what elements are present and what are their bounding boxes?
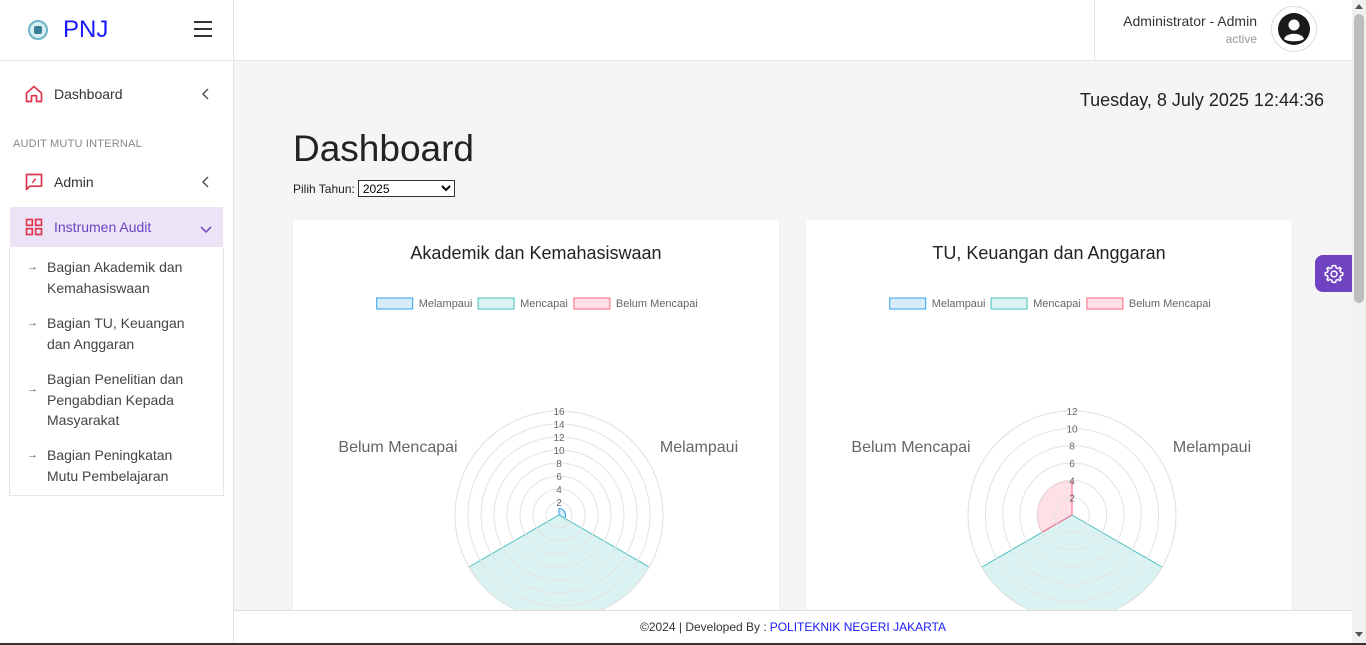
arrow-right-icon: → <box>27 449 38 461</box>
submenu-item-peningkatan-mutu[interactable]: → Bagian Peningkatan Mutu Pembelajaran <box>27 445 207 486</box>
gear-icon <box>1324 264 1343 283</box>
tick-label: 4 <box>1069 476 1075 487</box>
page-title: Dashboard <box>293 128 475 169</box>
year-filter: Pilih Tahun: 2025 <box>293 180 455 197</box>
point-label-melampaui: Melampaui <box>660 439 738 456</box>
page-scrollbar[interactable] <box>1352 0 1366 643</box>
tick-label: 10 <box>553 446 565 457</box>
submenu-item-penelitian[interactable]: → Bagian Penelitian dan Pengabdian Kepad… <box>27 369 207 431</box>
avatar[interactable] <box>1271 6 1317 52</box>
legend-label: Mencapai <box>520 298 568 310</box>
tick-label: 2 <box>556 498 562 509</box>
legend-label: Belum Mencapai <box>1129 298 1211 310</box>
legend-swatch-belum-mencapai <box>573 297 611 310</box>
scroll-up-arrow-icon[interactable] <box>1355 4 1363 9</box>
sidebar: PNJ Dashboard AUDIT MUTU INTERNAL Admin … <box>0 0 234 645</box>
sidebar-item-label: Admin <box>54 174 94 190</box>
tick-label: 4 <box>556 485 562 496</box>
grid-icon <box>25 218 43 236</box>
legend-label: Mencapai <box>1033 298 1081 310</box>
submenu-item-text: dan Anggaran <box>47 335 135 352</box>
sidebar-item-dashboard[interactable]: Dashboard <box>10 74 223 114</box>
chart-title: TU, Keuangan dan Anggaran <box>932 243 1165 263</box>
submenu-item-akademik[interactable]: → Bagian Akademik dan Kemahasiswaan <box>27 257 207 298</box>
arrow-right-icon: → <box>27 317 38 329</box>
chevron-left-icon <box>201 88 209 100</box>
sidebar-item-admin[interactable]: Admin <box>10 162 223 202</box>
scroll-down-arrow-icon[interactable] <box>1355 632 1363 637</box>
user-avatar-icon <box>1278 13 1310 45</box>
arrow-right-icon: → <box>27 261 38 273</box>
sidebar-item-label: Instrumen Audit <box>54 219 152 235</box>
tick-label: 2 <box>1069 494 1075 505</box>
polar-chart-tu-keuangan: TU, Keuangan dan Anggaran Melampaui Mencap… <box>851 243 1251 620</box>
submenu-item-text: Mutu Pembelajaran <box>47 467 169 484</box>
legend-swatch-melampaui <box>889 297 927 310</box>
sidebar-item-label: Dashboard <box>54 86 123 102</box>
tick-label: 6 <box>1069 459 1075 470</box>
tick-label: 8 <box>1069 442 1075 453</box>
tick-label: 12 <box>553 433 565 444</box>
current-datetime: Tuesday, 8 July 2025 12:44:36 <box>1079 90 1324 110</box>
polar-area-group: 2 4 6 8 10 12 14 16 <box>454 407 664 620</box>
section-label: AUDIT MUTU INTERNAL <box>13 138 142 150</box>
settings-gear-button[interactable] <box>1315 255 1352 292</box>
footer: ©2024 | Developed By : POLITEKNIK NEGERI… <box>234 610 1352 643</box>
submenu-item-tu-keuangan[interactable]: → Bagian TU, Keuangan dan Anggaran <box>27 313 207 354</box>
legend-label: Belum Mencapai <box>616 298 698 310</box>
submenu-item-text: Bagian Peningkatan <box>47 447 173 463</box>
top-navbar: Administrator - Admin active <box>234 0 1352 61</box>
tick-label: 14 <box>553 420 565 431</box>
scrollbar-thumb[interactable] <box>1354 14 1364 303</box>
point-label-belum-mencapai: Belum Mencapai <box>851 439 970 456</box>
tick-label: 8 <box>556 459 562 470</box>
chart-card-tu-keuangan: TU, Keuangan dan Anggaran Melampaui Mencap… <box>806 220 1292 620</box>
footer-text: ©2024 | Developed By : <box>640 620 767 634</box>
tick-label: 6 <box>556 472 562 483</box>
year-label: Pilih Tahun: <box>293 181 355 196</box>
chevron-left-icon <box>201 176 209 188</box>
submenu-item-text: Masyarakat <box>47 412 120 428</box>
submenu-item-text: Kemahasiswaan <box>47 279 150 296</box>
brand-name: PNJ <box>63 16 109 43</box>
legend-swatch-melampaui <box>376 297 414 310</box>
message-icon <box>25 173 43 191</box>
submenu-item-text: Bagian Akademik dan <box>47 259 183 275</box>
submenu-item-text: Bagian Penelitian dan <box>47 371 184 387</box>
chevron-down-icon <box>200 226 212 234</box>
tick-label: 10 <box>1066 424 1078 435</box>
submenu-instrumen-audit: → Bagian Akademik dan Kemahasiswaan → Ba… <box>9 248 224 496</box>
legend-label: Melampaui <box>932 298 986 310</box>
user-status: active <box>1225 32 1257 46</box>
brand: PNJ <box>0 0 233 61</box>
arrow-right-icon: → <box>27 383 38 395</box>
year-select[interactable]: 2025 <box>357 180 455 197</box>
tick-label: 16 <box>553 407 565 418</box>
sidebar-item-instrumen-audit[interactable]: Instrumen Audit <box>10 207 223 247</box>
hamburger-menu-icon[interactable] <box>194 21 212 37</box>
polar-chart-akademik: Akademik dan Kemahasiswaan Melampaui Menca… <box>338 243 738 620</box>
user-name: Administrator - Admin <box>1123 13 1257 29</box>
submenu-item-text: Bagian TU, Keuangan <box>47 315 185 331</box>
chart-card-akademik: Akademik dan Kemahasiswaan Melampaui Menca… <box>293 220 779 620</box>
polar-area-group: 2 4 6 8 10 12 <box>967 407 1177 620</box>
tick-label: 12 <box>1066 407 1078 418</box>
legend-swatch-mencapai <box>990 297 1028 310</box>
legend-swatch-belum-mencapai <box>1086 297 1124 310</box>
home-icon <box>25 85 43 103</box>
legend-swatch-mencapai <box>477 297 515 310</box>
point-label-melampaui: Melampaui <box>1173 439 1251 456</box>
user-menu[interactable]: Administrator - Admin active <box>1094 0 1352 61</box>
submenu-item-text: Pengabdian Kepada <box>47 391 174 408</box>
point-label-belum-mencapai: Belum Mencapai <box>338 439 457 456</box>
pnj-logo-icon <box>28 20 48 40</box>
footer-link[interactable]: POLITEKNIK NEGERI JAKARTA <box>770 620 946 634</box>
chart-title: Akademik dan Kemahasiswaan <box>410 243 661 263</box>
legend-label: Melampaui <box>419 298 473 310</box>
